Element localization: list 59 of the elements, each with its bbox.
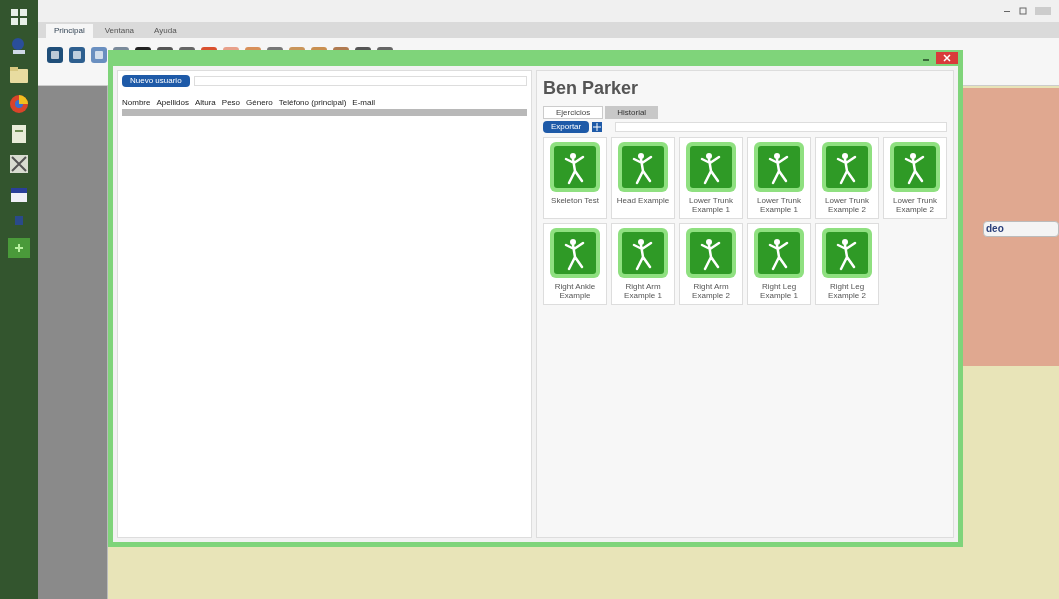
column-header[interactable]: Apellidos bbox=[156, 97, 189, 109]
figure-icon bbox=[753, 227, 805, 279]
video-label: deo bbox=[983, 221, 1059, 237]
windows-icon[interactable] bbox=[10, 8, 28, 26]
figure-icon bbox=[889, 141, 941, 193]
tab[interactable]: Historial bbox=[605, 106, 659, 119]
tab[interactable]: Ejercicios bbox=[543, 106, 604, 119]
exercise-card[interactable]: Right Leg Example 2 bbox=[815, 223, 879, 305]
toolbar-icon[interactable] bbox=[68, 46, 86, 64]
figure-icon bbox=[549, 141, 601, 193]
person-name: Ben Parker bbox=[543, 77, 640, 100]
exercise-label: Lower Trunk Example 1 bbox=[688, 196, 734, 214]
exercise-label: Right Arm Example 1 bbox=[623, 282, 663, 300]
new-user-button[interactable]: Nuevo usuario bbox=[122, 75, 190, 87]
figure-icon bbox=[617, 141, 669, 193]
plus-icon[interactable] bbox=[8, 238, 30, 258]
column-header[interactable]: Altura bbox=[194, 97, 216, 109]
search-field[interactable] bbox=[193, 76, 527, 86]
grid-icon[interactable] bbox=[592, 122, 603, 132]
exercise-card[interactable]: Head Example bbox=[611, 137, 675, 219]
exercise-label: Skeleton Test bbox=[550, 196, 600, 205]
ribbon-tab[interactable]: Principal bbox=[46, 24, 93, 38]
exercise-label: Right Arm Example 2 bbox=[691, 282, 731, 300]
exercise-card[interactable]: Lower Trunk Example 1 bbox=[679, 137, 743, 219]
figure-icon bbox=[753, 141, 805, 193]
exercise-label: Head Example bbox=[615, 196, 671, 205]
exercise-card[interactable]: Skeleton Test bbox=[543, 137, 607, 219]
exercise-label: Right Leg Example 1 bbox=[759, 282, 799, 300]
toolbar-icon[interactable] bbox=[46, 46, 64, 64]
exercise-label: Lower Trunk Example 1 bbox=[756, 196, 802, 214]
figure-icon bbox=[617, 227, 669, 279]
exercise-card[interactable]: Right Ankle Example bbox=[543, 223, 607, 305]
column-header[interactable]: Peso bbox=[221, 97, 241, 109]
exercise-label: Lower Trunk Example 2 bbox=[892, 196, 938, 214]
exercise-label: Right Ankle Example bbox=[553, 282, 597, 300]
column-header[interactable]: Género bbox=[246, 97, 273, 109]
exercise-label: Lower Trunk Example 2 bbox=[824, 196, 870, 214]
exercise-card[interactable]: Lower Trunk Example 2 bbox=[815, 137, 879, 219]
exercise-card[interactable]: Lower Trunk Example 2 bbox=[883, 137, 947, 219]
figure-icon bbox=[685, 141, 737, 193]
exercise-card[interactable]: Right Arm Example 1 bbox=[611, 223, 675, 305]
exercise-label: Right Leg Example 2 bbox=[827, 282, 867, 300]
ribbon-tab[interactable]: Ayuda bbox=[146, 24, 185, 38]
figure-icon bbox=[821, 227, 873, 279]
folder-icon[interactable] bbox=[9, 66, 29, 84]
figure-icon bbox=[821, 141, 873, 193]
exercise-card[interactable]: Right Leg Example 1 bbox=[747, 223, 811, 305]
filter-field[interactable] bbox=[615, 122, 947, 132]
column-header[interactable]: E-mail bbox=[352, 97, 375, 109]
figure-icon bbox=[685, 227, 737, 279]
exercise-card[interactable]: Right Arm Example 2 bbox=[679, 223, 743, 305]
maximize-icon[interactable] bbox=[1019, 7, 1027, 15]
column-header[interactable]: Nombre bbox=[122, 97, 151, 109]
document-icon[interactable] bbox=[11, 124, 27, 144]
column-header[interactable]: Teléfono (principal) bbox=[278, 97, 347, 109]
ribbon-tab[interactable]: Ventana bbox=[96, 24, 143, 38]
figure-icon bbox=[549, 227, 601, 279]
exercise-card[interactable]: Lower Trunk Example 1 bbox=[747, 137, 811, 219]
export-button[interactable]: Exportar bbox=[543, 121, 590, 133]
